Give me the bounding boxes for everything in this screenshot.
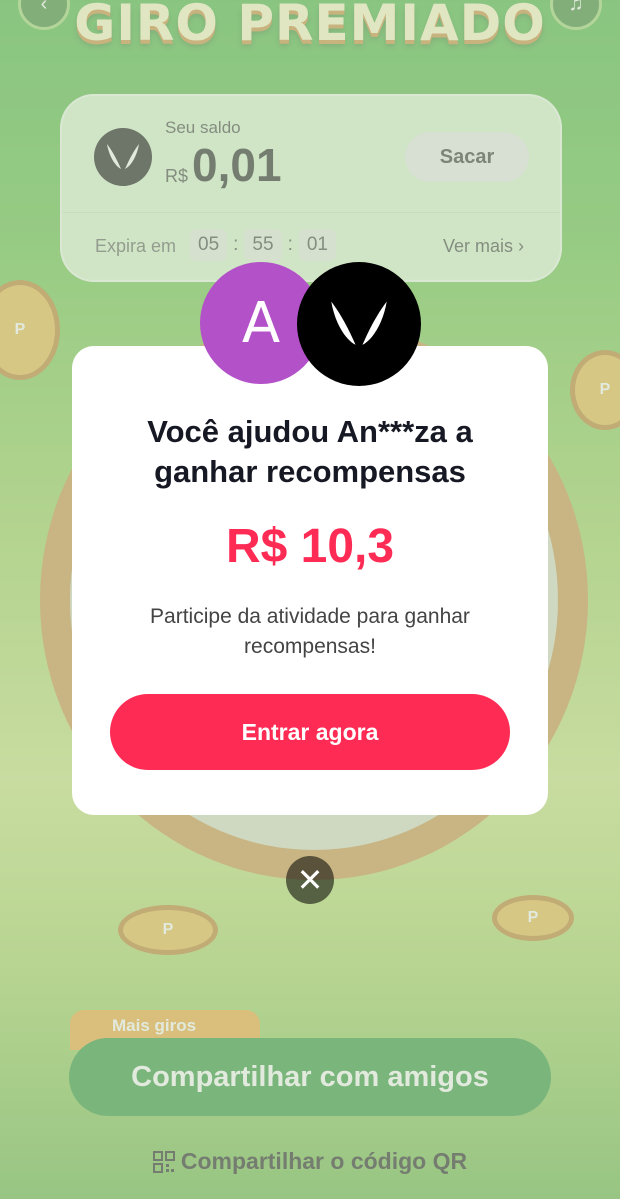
modal-desc-line2: recompensas! — [244, 635, 376, 658]
modal-desc-line1: Participe da atividade para ganhar — [150, 605, 470, 628]
reward-modal: Você ajudou An***za a ganhar recompensas… — [72, 346, 548, 815]
modal-description: Participe da atividade para ganhar recom… — [112, 602, 508, 662]
close-icon: ✕ — [296, 862, 324, 898]
modal-title-line1: Você ajudou An***za a — [147, 414, 473, 449]
modal-title-line2: ganhar recompensas — [154, 454, 466, 489]
reward-amount: R$ 10,3 — [225, 520, 395, 573]
venom-eyes-icon — [331, 301, 387, 345]
modal-title: Você ajudou An***za a ganhar recompensas — [72, 412, 548, 492]
close-modal-button[interactable]: ✕ — [286, 856, 334, 904]
user-avatar-large — [297, 262, 421, 386]
enter-now-button[interactable]: Entrar agora — [110, 694, 510, 770]
